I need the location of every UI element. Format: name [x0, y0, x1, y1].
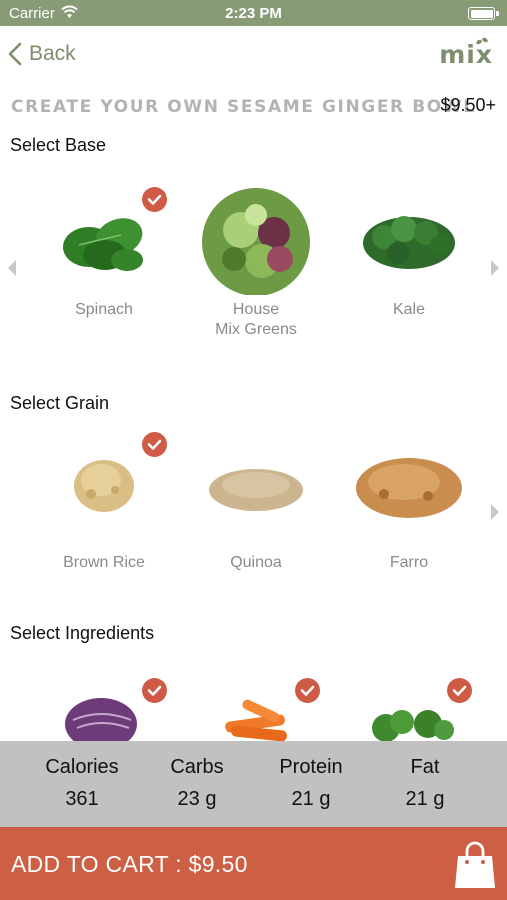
nutrition-panel: Calories 361 Carbs 23 g Protein 21 g Fat… [0, 741, 507, 827]
check-icon [142, 187, 167, 212]
nutrition-value: 21 g [405, 788, 445, 810]
chevron-right-icon[interactable] [489, 259, 501, 277]
nutrition-calories: Calories 361 [22, 756, 142, 811]
check-icon [447, 678, 472, 703]
ingredient-item-carrots[interactable] [181, 668, 331, 741]
item-label: Brown Rice [63, 554, 145, 571]
base-carousel: Spinach House Mix Greens Kale [0, 175, 507, 360]
kale-image [363, 216, 455, 269]
nutrition-label: Fat [410, 756, 440, 778]
add-to-cart-label: ADD TO CART : $9.50 [11, 851, 248, 877]
check-icon [295, 678, 320, 703]
status-time: 2:23 PM [225, 5, 282, 22]
mixed-greens-image [202, 188, 310, 296]
nutrition-carbs: Carbs 23 g [137, 756, 257, 811]
item-label: Spinach [75, 301, 133, 318]
base-item-house-mix-greens[interactable]: House Mix Greens [181, 175, 331, 340]
check-icon [142, 432, 167, 457]
item-label: Farro [389, 554, 429, 571]
base-item-spinach[interactable]: Spinach [29, 175, 179, 320]
item-label: House Mix Greens [215, 301, 297, 338]
chevron-right-icon[interactable] [489, 503, 501, 521]
back-label: Back [29, 42, 76, 65]
logo-leaf-icon [476, 37, 488, 45]
nutrition-value: 361 [65, 788, 99, 810]
chevron-left-icon[interactable] [6, 259, 18, 277]
nutrition-value: 21 g [291, 788, 331, 810]
battery-tip [496, 11, 499, 16]
nutrition-label: Carbs [170, 756, 224, 778]
battery-icon [468, 7, 495, 20]
back-chevron-icon [8, 42, 22, 66]
section-title-base: Select Base [10, 135, 107, 155]
nutrition-value: 23 g [177, 788, 217, 810]
ingredient-item-broccoli[interactable] [334, 668, 484, 741]
quinoa-image [209, 469, 303, 511]
base-item-kale[interactable]: Kale [334, 175, 484, 320]
shopping-bag-icon [455, 841, 495, 888]
section-title-ingredients: Select Ingredients [10, 623, 155, 643]
farro-image [356, 458, 462, 518]
item-label: Kale [392, 301, 426, 318]
grain-item-farro[interactable]: Farro [334, 424, 484, 573]
ingredient-item-red-cabbage[interactable] [29, 668, 179, 741]
section-title-grain: Select Grain [10, 393, 110, 413]
base-price: $9.50+ [440, 95, 496, 115]
grain-item-brown-rice[interactable]: Brown Rice [29, 424, 179, 573]
back-button[interactable]: Back [8, 42, 76, 66]
ingredients-carousel [0, 668, 507, 741]
status-bar: Carrier 2:23 PM [0, 0, 507, 26]
grain-carousel: Brown Rice Quinoa Farro [0, 424, 507, 584]
grain-item-quinoa[interactable]: Quinoa [181, 424, 331, 573]
nutrition-fat: Fat 21 g [365, 756, 485, 811]
nutrition-protein: Protein 21 g [251, 756, 371, 811]
page-title: CREATE YOUR OWN SESAME GINGER BOWL [11, 97, 476, 117]
mix-logo: mix [439, 37, 493, 69]
add-to-cart-button[interactable]: ADD TO CART : $9.50 [0, 827, 507, 900]
nav-bar: Back mix [0, 26, 507, 86]
check-icon [142, 678, 167, 703]
item-label: Quinoa [230, 554, 282, 571]
nutrition-label: Protein [279, 756, 343, 778]
header-row: CREATE YOUR OWN SESAME GINGER BOWL $9.50… [0, 94, 507, 120]
nutrition-label: Calories [45, 756, 119, 778]
